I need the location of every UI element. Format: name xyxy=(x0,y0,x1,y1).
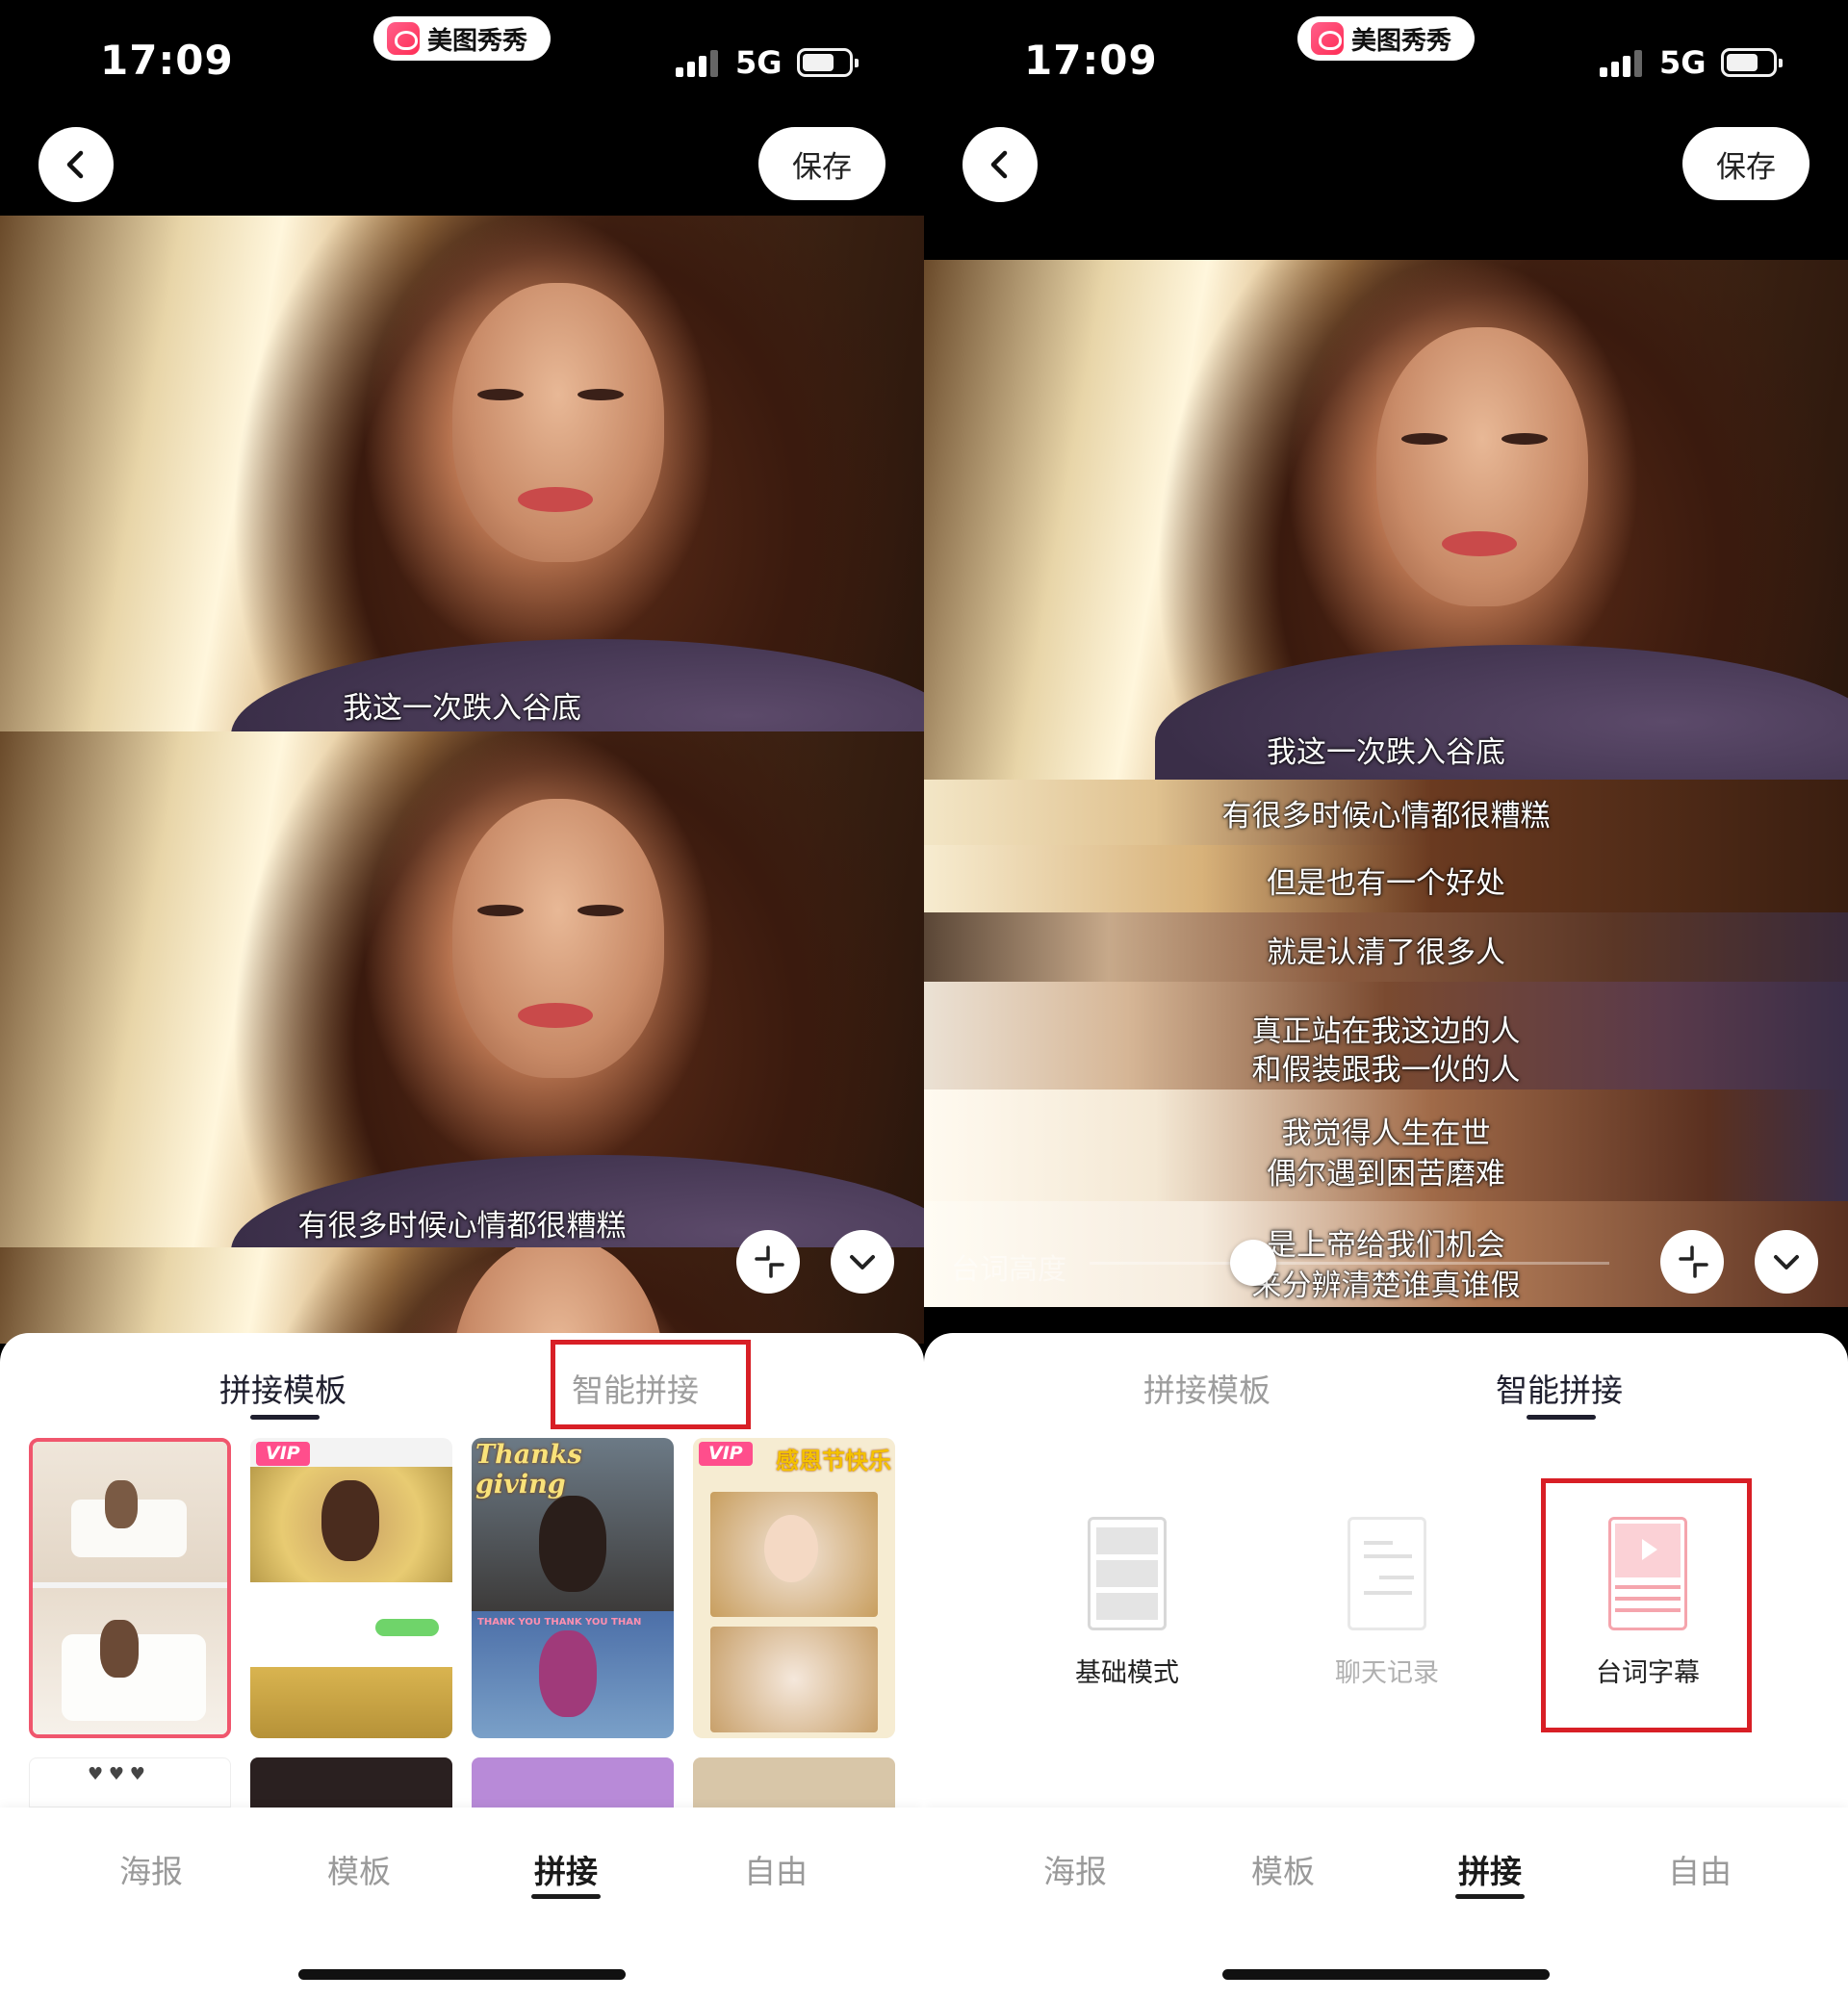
bottom-nav-active-underline xyxy=(1455,1894,1525,1899)
collage-frame-2[interactable]: 有很多时候心情都很糟糕 xyxy=(0,731,924,1247)
bottom-nav-free[interactable]: 自由 xyxy=(744,1846,808,1892)
save-button[interactable]: 保存 xyxy=(1682,127,1810,200)
highlight-box-subtitle-mode xyxy=(1541,1478,1752,1732)
subtitle-strip-4[interactable]: 就是认清了很多人 xyxy=(924,912,1848,982)
collapse-arrows-icon xyxy=(1679,1245,1708,1278)
vip-badge: VIP xyxy=(256,1442,310,1466)
collapse-arrows-icon xyxy=(755,1245,784,1278)
template-title: 感恩节快乐 xyxy=(776,1448,891,1474)
app-indicator-pill: 美图秀秀 xyxy=(373,16,551,61)
battery-icon xyxy=(797,48,859,77)
bottom-nav-active-underline xyxy=(531,1894,601,1899)
collapse-panel-button[interactable] xyxy=(831,1230,894,1294)
tab-smart-splice[interactable]: 智能拼接 xyxy=(1496,1365,1623,1411)
app-name: 美图秀秀 xyxy=(427,26,528,56)
home-indicator xyxy=(298,1969,626,1980)
tab-splice-template[interactable]: 拼接模板 xyxy=(219,1365,346,1411)
template-thumb-7[interactable] xyxy=(472,1757,674,1808)
network-type: 5G xyxy=(735,44,783,81)
signal-icon xyxy=(676,50,718,77)
mode-chat-record-label[interactable]: 聊天记录 xyxy=(1291,1652,1483,1689)
chevron-down-icon xyxy=(1774,1255,1799,1269)
template-thumb-5[interactable]: ♥ ♥ ♥ xyxy=(29,1757,231,1808)
template-thumb-8[interactable] xyxy=(693,1757,895,1808)
signal-icon xyxy=(1600,50,1642,77)
subtitle-line-3: 但是也有一个好处 xyxy=(1267,866,1505,901)
subtitle-1: 我这一次跌入谷底 xyxy=(343,691,581,726)
app-name: 美图秀秀 xyxy=(1351,26,1452,56)
tab-active-underline xyxy=(250,1415,320,1420)
meitu-app-icon xyxy=(1311,22,1344,55)
status-time: 17:09 xyxy=(100,37,234,84)
bottom-nav-template[interactable]: 模板 xyxy=(327,1846,391,1892)
subtitle-line-4: 就是认清了很多人 xyxy=(1267,936,1505,970)
meitu-app-icon xyxy=(387,22,420,55)
vip-badge: VIP xyxy=(699,1442,753,1466)
back-button[interactable] xyxy=(962,127,1038,202)
mode-chat-record[interactable] xyxy=(1348,1517,1426,1630)
bottom-nav-free[interactable]: 自由 xyxy=(1668,1846,1732,1892)
bottom-nav-poster[interactable]: 海报 xyxy=(119,1846,183,1892)
shrink-button[interactable] xyxy=(1660,1230,1724,1294)
chevron-left-icon xyxy=(990,150,1008,179)
left-screen: 17:09 美图秀秀 5G 保存 我这一次跌入谷底 有很多时候心情都很糟糕 拼接… xyxy=(0,0,924,2000)
subtitle-line-5: 真正站在我这边的人 xyxy=(1251,1014,1521,1049)
template-thumb-4[interactable]: 感恩节快乐 VIP xyxy=(693,1438,895,1738)
save-button[interactable]: 保存 xyxy=(758,127,886,200)
slider-knob[interactable] xyxy=(1230,1240,1276,1286)
template-caption: THANK YOU THANK YOU THAN xyxy=(477,1617,642,1628)
app-indicator-pill: 美图秀秀 xyxy=(1297,16,1475,61)
bottom-nav-splice[interactable]: 拼接 xyxy=(1458,1846,1522,1892)
subtitle-line-8: 偶尔遇到困苦磨难 xyxy=(1267,1157,1505,1192)
bottom-nav-splice[interactable]: 拼接 xyxy=(534,1846,598,1892)
subtitle-strip-5[interactable]: 真正站在我这边的人 和假装跟我一伙的人 xyxy=(924,982,1848,1090)
subtitle-height-slider[interactable] xyxy=(1090,1262,1609,1265)
subtitle-line-1: 我这一次跌入谷底 xyxy=(1267,735,1505,770)
collage-frame-1[interactable]: 我这一次跌入谷底 xyxy=(0,216,924,731)
subtitle-main-frame[interactable]: 我这一次跌入谷底 xyxy=(924,260,1848,780)
subtitle-strip-3[interactable]: 但是也有一个好处 xyxy=(924,845,1848,912)
status-time: 17:09 xyxy=(1024,37,1158,84)
back-button[interactable] xyxy=(38,127,114,202)
template-thumb-3[interactable]: Thanks giving THANK YOU THANK YOU THAN xyxy=(472,1438,674,1738)
subtitle-line-6: 和假装跟我一伙的人 xyxy=(1251,1053,1521,1088)
collapse-panel-button[interactable] xyxy=(1755,1230,1818,1294)
battery-icon xyxy=(1721,48,1783,77)
subtitle-line-7: 我觉得人生在世 xyxy=(1281,1116,1491,1151)
chevron-left-icon xyxy=(66,150,84,179)
tab-active-underline xyxy=(1527,1415,1596,1420)
tab-splice-template[interactable]: 拼接模板 xyxy=(1143,1365,1270,1411)
template-thumb-2[interactable]: VIP xyxy=(250,1438,452,1738)
template-title: Thanks giving xyxy=(475,1440,582,1500)
mode-basic-label[interactable]: 基础模式 xyxy=(1031,1652,1223,1689)
subtitle-height-label: 台词高度 xyxy=(951,1253,1066,1287)
subtitle-strip-2[interactable]: 有很多时候心情都很糟糕 xyxy=(924,780,1848,845)
chevron-down-icon xyxy=(850,1255,875,1269)
mode-basic[interactable] xyxy=(1088,1517,1167,1630)
subtitle-line-2: 有很多时候心情都很糟糕 xyxy=(1221,799,1551,833)
shrink-button[interactable] xyxy=(736,1230,800,1294)
subtitle-strip-6[interactable]: 我觉得人生在世 偶尔遇到困苦磨难 xyxy=(924,1090,1848,1201)
highlight-box-smart-splice xyxy=(551,1340,751,1429)
right-screen: 17:09 美图秀秀 5G 保存 我这一次跌入谷底 有很多时候心情都很糟糕 但是… xyxy=(924,0,1848,2000)
home-indicator xyxy=(1222,1969,1550,1980)
template-thumb-6[interactable] xyxy=(250,1757,452,1808)
template-thumb-1[interactable] xyxy=(29,1438,231,1738)
network-type: 5G xyxy=(1659,44,1707,81)
bottom-nav-poster[interactable]: 海报 xyxy=(1043,1846,1107,1892)
bottom-nav-template[interactable]: 模板 xyxy=(1251,1846,1315,1892)
